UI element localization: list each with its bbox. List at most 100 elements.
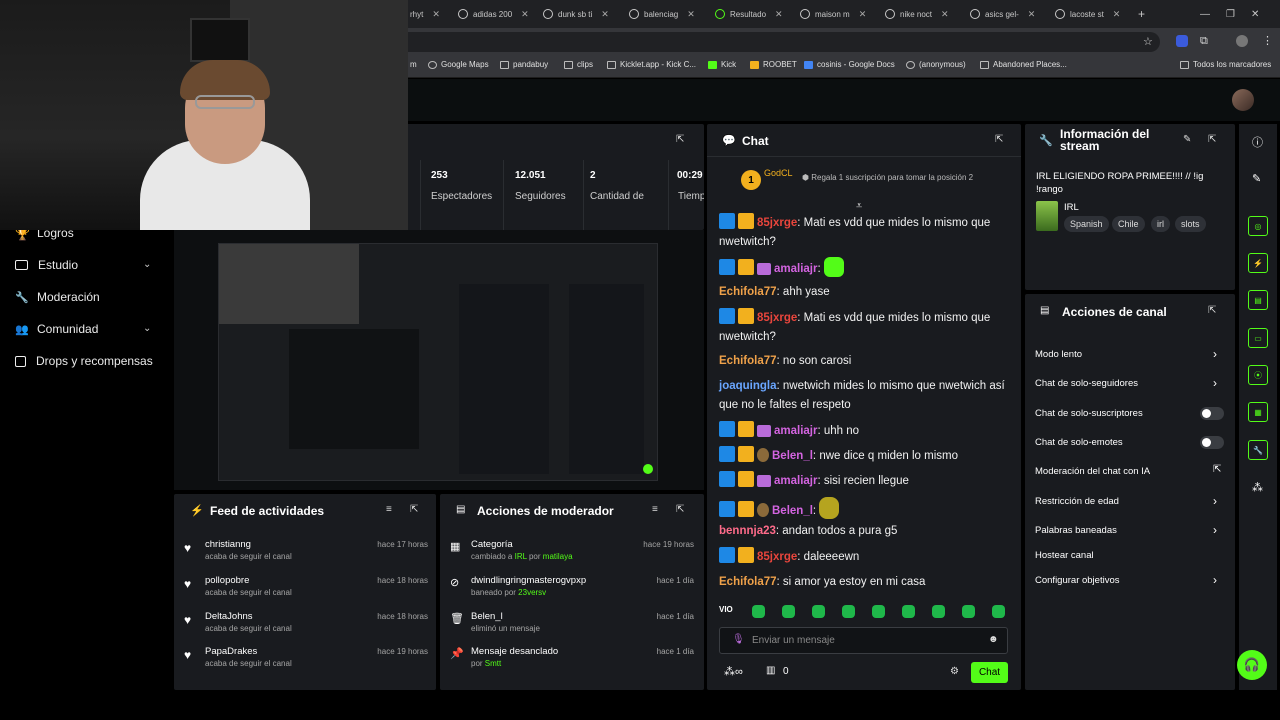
feed-user[interactable]: christianng [205,539,251,550]
target-icon[interactable]: ◎ [1248,216,1268,236]
bookmark[interactable]: Kicklet.app - Kick C... [607,60,696,69]
new-tab-button[interactable]: + [1138,4,1152,24]
chat-username[interactable]: Belen_l [772,505,813,517]
browser-tab[interactable]: rhyt ✕ [410,4,450,24]
browser-tab[interactable]: balenciag ✕ [629,4,709,24]
chat-username[interactable]: joaquingla [719,380,777,392]
info-icon[interactable]: ⓘ [1252,134,1263,150]
vip-label-icon[interactable]: VIO [719,605,733,614]
filter-icon[interactable]: ≡ [652,504,658,515]
emote-icon[interactable] [842,605,855,618]
browser-tab[interactable]: nike noct ✕ [885,4,965,24]
chevron-down-icon[interactable]: ⌄ [143,259,151,270]
chevron-right-icon[interactable]: › [1213,494,1217,508]
emote-icon[interactable] [932,605,945,618]
sidebar-item-moderacion[interactable]: 🔧 Moderación [15,290,100,304]
all-bookmarks[interactable]: Todos los marcadores [1180,60,1271,69]
tag[interactable]: slots [1175,216,1206,232]
points-icon[interactable]: ⁂ [1252,481,1263,494]
chat-username[interactable]: amaliajr [774,475,817,487]
browser-tab[interactable]: lacoste st ✕ [1055,4,1135,24]
bookmark[interactable]: ROOBET [750,60,797,69]
close-icon[interactable]: ✕ [775,9,783,20]
bolt-icon[interactable]: ⚡ [1248,253,1268,273]
popout-icon[interactable]: ⇱ [676,504,684,515]
bookmark[interactable]: Kick [708,60,736,69]
mod-item-title[interactable]: Belen_l [471,611,503,622]
feed-user[interactable]: PapaDrakes [205,646,257,657]
chevron-down-icon[interactable]: ⌄ [143,323,151,334]
close-icon[interactable]: ✕ [601,9,609,20]
tag[interactable]: Spanish [1064,216,1109,232]
clipboard-icon[interactable]: ▤ [1248,290,1268,310]
mod-item-user[interactable]: matilaya [543,552,573,561]
chat-username[interactable]: 85jxrge [757,551,797,563]
close-icon[interactable]: ✕ [521,9,529,20]
window-close-icon[interactable]: ✕ [1251,9,1259,20]
action-banned-words[interactable]: Palabras baneadas [1035,525,1117,536]
maximize-icon[interactable]: ❐ [1226,9,1235,20]
action-age-restriction[interactable]: Restricción de edad [1035,496,1119,507]
bookmark[interactable]: clips [564,60,593,69]
category-thumbnail[interactable] [1036,201,1058,231]
emote-icon[interactable] [902,605,915,618]
mod-item-title[interactable]: dwindlingringmasterogvpxp [471,575,586,586]
action-ai-moderation[interactable]: Moderación del chat con IA [1035,466,1150,477]
popout-icon[interactable]: ⇱ [676,134,684,145]
emote-icon[interactable] [812,605,825,618]
puzzle-icon[interactable]: ⧉ [1200,35,1208,48]
chat-username[interactable]: 85jxrge [757,217,797,229]
expand-icon[interactable]: ⩡ [856,200,862,213]
category-name[interactable]: IRL [1064,202,1079,213]
close-icon[interactable]: ✕ [687,9,695,20]
star-icon[interactable]: ☆ [1143,35,1153,48]
extension-icon[interactable] [1176,35,1188,47]
filter-icon[interactable]: ≡ [386,504,392,515]
points-icon[interactable]: ⁂∞ [724,665,743,678]
browser-tab[interactable]: adidas 200 ✕ [458,4,538,24]
gear-icon[interactable]: ⚙ [950,666,959,677]
avatar[interactable] [1232,89,1254,111]
sidebar-item-estudio[interactable]: Estudio [15,258,78,272]
chat-username[interactable]: amaliajr [774,263,817,275]
channel-icon[interactable]: ▦ [1248,402,1268,422]
address-bar[interactable] [360,32,1160,52]
mic-icon[interactable]: 🎙 [732,634,745,645]
popout-icon[interactable]: ⇱ [995,134,1003,145]
edit-icon[interactable]: ✎ [1183,134,1191,145]
external-link-icon[interactable]: ⇱ [1213,464,1221,475]
chat-input[interactable]: 🎙 Enviar un mensaje ☻ [719,627,1008,654]
chat-icon[interactable]: ▭ [1248,328,1268,348]
chat-username[interactable]: Echifola77 [719,286,777,298]
bookmark[interactable]: pandabuy [500,60,548,69]
close-icon[interactable]: ✕ [859,9,867,20]
popout-icon[interactable]: ⇱ [1208,134,1216,145]
action-slow-mode[interactable]: Modo lento [1035,349,1082,360]
bookmark[interactable]: m [410,60,417,69]
emote-icon[interactable] [752,605,765,618]
chat-username[interactable]: bennnja23 [719,525,776,537]
feed-user[interactable]: pollopobre [205,575,249,586]
chat-username[interactable]: amaliajr [774,425,817,437]
minimize-icon[interactable]: — [1200,9,1210,20]
action-host-channel[interactable]: Hostear canal [1035,550,1094,561]
broadcast-icon[interactable]: ⦿ [1248,365,1268,385]
chevron-right-icon[interactable]: › [1213,376,1217,390]
close-icon[interactable]: ✕ [1028,9,1036,20]
tag[interactable]: Chile [1112,216,1145,232]
tag[interactable]: irl [1151,216,1170,232]
chat-username[interactable]: Echifola77 [719,576,777,588]
pencil-icon[interactable]: ✎ [1252,172,1261,185]
action-followers-only[interactable]: Chat de solo-seguidores [1035,378,1138,389]
emote-icon[interactable] [962,605,975,618]
sidebar-item-comunidad[interactable]: 👥 Comunidad [15,322,98,336]
chat-username[interactable]: 85jxrge [757,312,797,324]
sidebar-item-drops[interactable]: Drops y recompensas [15,354,153,368]
bookmark[interactable]: cosinis - Google Docs [804,60,895,69]
browser-tab[interactable]: maison m ✕ [800,4,880,24]
chevron-right-icon[interactable]: › [1213,573,1217,587]
menu-icon[interactable]: ⋮ [1262,34,1273,47]
store-icon[interactable]: ▥ [766,665,775,676]
profile-icon[interactable] [1236,35,1248,47]
bookmark[interactable]: (anonymous) [906,60,966,69]
